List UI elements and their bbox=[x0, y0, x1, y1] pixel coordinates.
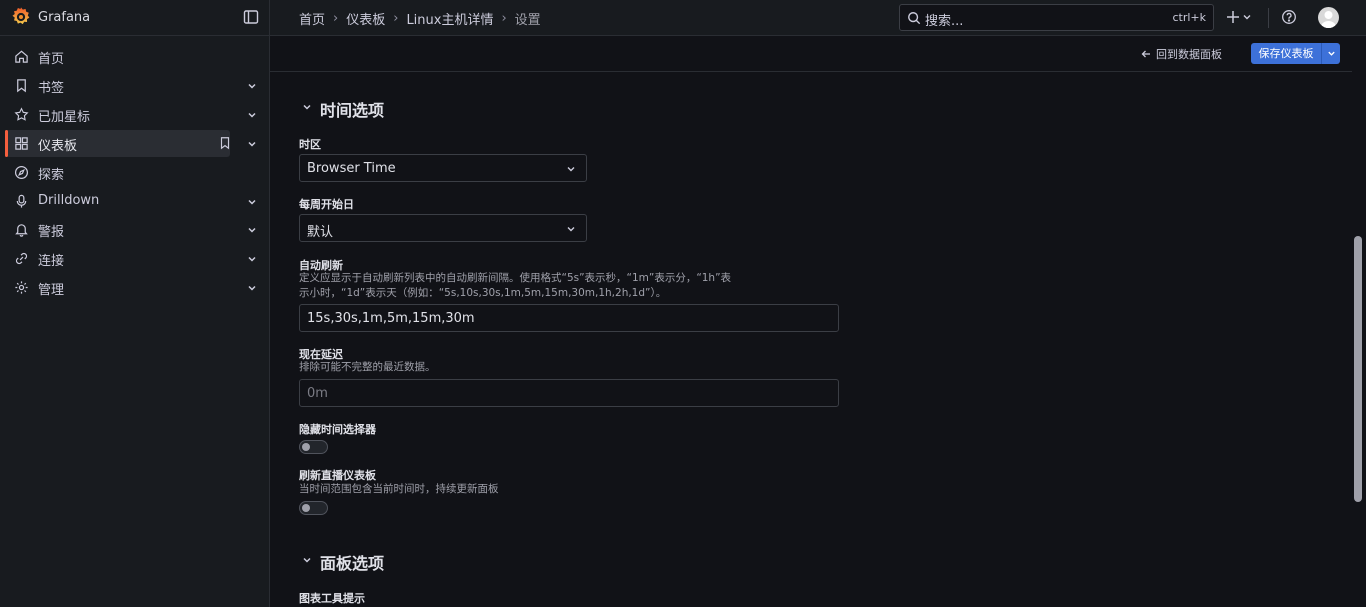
chevron-down-icon[interactable] bbox=[246, 109, 258, 121]
breadcrumb-separator: › bbox=[393, 11, 399, 26]
hide-time-picker-label: 隐藏时间选择器 bbox=[299, 423, 376, 436]
auto-refresh-value: 15s,30s,1m,5m,15m,30m bbox=[307, 311, 475, 326]
chevron-down-icon[interactable] bbox=[301, 101, 313, 113]
bookmark-icon bbox=[17, 79, 26, 93]
sidebar-item-dashboards[interactable]: 仪表板 bbox=[5, 130, 232, 157]
now-delay-placeholder: 0m bbox=[307, 386, 328, 401]
settings-content: 时间选项 时区 Browser Time 每周开始日 默认 自动刷新 定义应显示… bbox=[270, 72, 1352, 607]
arrow-left-icon bbox=[1141, 50, 1150, 58]
sidebar-item-administration[interactable]: 管理 bbox=[6, 274, 230, 301]
top-bar: Grafana 首页 › 仪表板 › Linux主机详情 › 设置 搜索... … bbox=[0, 0, 1366, 36]
chevron-down-icon[interactable] bbox=[246, 80, 258, 92]
now-delay-description: 排除可能不完整的最近数据。 bbox=[299, 361, 436, 373]
microphone-icon bbox=[16, 194, 27, 208]
chevron-down-icon bbox=[567, 167, 575, 172]
sidebar-item-label: 探索 bbox=[38, 168, 65, 183]
chevron-down-icon[interactable] bbox=[301, 554, 313, 566]
now-delay-input[interactable]: 0m bbox=[299, 379, 839, 407]
bell-icon bbox=[15, 224, 28, 237]
breadcrumb-current: 设置 bbox=[514, 13, 541, 28]
scrollbar-thumb[interactable] bbox=[1354, 236, 1362, 502]
breadcrumb-home[interactable]: 首页 bbox=[299, 9, 325, 28]
timezone-select[interactable]: Browser Time bbox=[299, 154, 587, 182]
sidebar-item-starred[interactable]: 已加星标 bbox=[6, 101, 230, 128]
breadcrumb-dashboard[interactable]: Linux主机详情 bbox=[406, 9, 493, 28]
dock-menu-icon[interactable] bbox=[243, 9, 259, 25]
section-title-time[interactable]: 时间选项 bbox=[320, 97, 384, 121]
save-options-dropdown[interactable] bbox=[1321, 43, 1340, 64]
sidebar-item-connections[interactable]: 连接 bbox=[6, 245, 230, 272]
chevron-down-icon[interactable] bbox=[246, 224, 258, 236]
cog-icon bbox=[15, 281, 28, 294]
sidebar: 首页 书签 已加星标 仪表板 探索 Drilldown 警报 连接 管理 bbox=[0, 36, 269, 607]
breadcrumb-separator: › bbox=[501, 11, 507, 26]
sidebar-item-label: 仪表板 bbox=[38, 139, 78, 154]
chevron-down-icon bbox=[567, 227, 575, 232]
sidebar-item-label: 已加星标 bbox=[38, 110, 91, 125]
refresh-live-label: 刷新直播仪表板 bbox=[299, 469, 376, 482]
week-start-select[interactable]: 默认 bbox=[299, 214, 587, 242]
hide-time-picker-toggle[interactable] bbox=[299, 440, 328, 454]
sidebar-item-drilldown[interactable]: Drilldown bbox=[6, 188, 230, 215]
back-to-dashboard-button[interactable]: 回到数据面板 bbox=[1141, 46, 1222, 62]
search-input[interactable]: 搜索... ctrl+k bbox=[899, 4, 1214, 31]
sidebar-item-alerting[interactable]: 警报 bbox=[6, 216, 230, 243]
chevron-down-icon[interactable] bbox=[246, 138, 258, 150]
chevron-down-icon bbox=[1243, 15, 1251, 20]
sidebar-item-home[interactable]: 首页 bbox=[6, 43, 230, 70]
action-bar: 回到数据面板 保存仪表板 bbox=[270, 36, 1366, 72]
back-label: 回到数据面板 bbox=[1156, 48, 1222, 61]
refresh-live-description: 当时间范围包含当前时间时，持续更新面板 bbox=[299, 483, 499, 495]
toggle-knob bbox=[302, 443, 310, 451]
apps-icon bbox=[15, 137, 28, 150]
breadcrumb: 首页 › 仪表板 › Linux主机详情 › 设置 bbox=[299, 9, 541, 28]
timezone-value: Browser Time bbox=[307, 161, 396, 176]
sidebar-item-label: Drilldown bbox=[38, 193, 100, 208]
sidebar-item-label: 连接 bbox=[38, 254, 65, 269]
graph-tooltip-label: 图表工具提示 bbox=[299, 592, 365, 605]
sidebar-item-label: 首页 bbox=[38, 52, 65, 67]
sidebar-item-bookmarks[interactable]: 书签 bbox=[6, 72, 230, 99]
grafana-logo-icon[interactable] bbox=[10, 6, 32, 28]
compass-icon bbox=[14, 165, 29, 180]
help-icon[interactable] bbox=[1281, 9, 1297, 25]
sidebar-item-explore[interactable]: 探索 bbox=[6, 159, 230, 186]
brand-name[interactable]: Grafana bbox=[38, 10, 90, 25]
section-title-panel[interactable]: 面板选项 bbox=[320, 550, 384, 574]
timezone-label: 时区 bbox=[299, 138, 321, 151]
plus-icon bbox=[1227, 11, 1239, 23]
toggle-knob bbox=[302, 504, 310, 512]
new-button[interactable] bbox=[1226, 8, 1258, 26]
auto-refresh-input[interactable]: 15s,30s,1m,5m,15m,30m bbox=[299, 304, 839, 332]
bookmark-icon[interactable] bbox=[218, 136, 232, 150]
star-icon bbox=[14, 107, 29, 121]
chevron-down-icon[interactable] bbox=[246, 253, 258, 265]
sidebar-item-label: 警报 bbox=[38, 225, 65, 240]
avatar[interactable] bbox=[1318, 7, 1339, 28]
chevron-down-icon[interactable] bbox=[246, 282, 258, 294]
sidebar-item-label: 书签 bbox=[38, 81, 65, 96]
search-icon bbox=[908, 12, 921, 25]
week-start-value: 默认 bbox=[307, 225, 334, 240]
chevron-down-icon bbox=[1327, 51, 1335, 56]
breadcrumb-separator: › bbox=[333, 11, 339, 26]
save-dashboard-button[interactable]: 保存仪表板 bbox=[1251, 43, 1340, 64]
user-icon bbox=[1321, 11, 1336, 28]
week-start-label: 每周开始日 bbox=[299, 198, 354, 211]
search-shortcut: ctrl+k bbox=[1172, 11, 1206, 24]
breadcrumb-dashboards[interactable]: 仪表板 bbox=[346, 9, 385, 28]
search-placeholder: 搜索... bbox=[925, 14, 964, 29]
save-label: 保存仪表板 bbox=[1258, 47, 1314, 60]
auto-refresh-description: 定义应显示于自动刷新列表中的自动刷新间隔。使用格式“5s”表示秒，“1m”表示分… bbox=[299, 272, 732, 299]
toolbar-divider bbox=[1268, 8, 1269, 28]
chevron-down-icon[interactable] bbox=[246, 196, 258, 208]
link-icon bbox=[15, 252, 28, 265]
home-icon bbox=[15, 50, 28, 63]
sidebar-item-label: 管理 bbox=[38, 283, 65, 298]
refresh-live-toggle[interactable] bbox=[299, 501, 328, 515]
